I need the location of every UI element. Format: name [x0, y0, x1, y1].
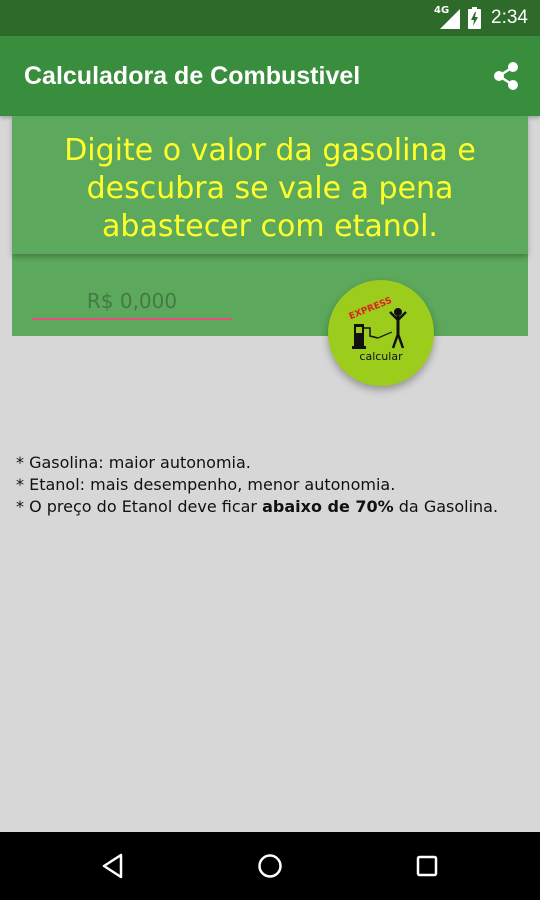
note-preco-suffix: da Gasolina.	[393, 497, 499, 516]
recents-button[interactable]	[407, 846, 447, 886]
signal-icon: 4G	[434, 5, 461, 29]
calculator-card: Digite o valor da gasolina e descubra se…	[12, 116, 528, 336]
status-icons: 4G 2:34	[434, 5, 528, 30]
status-bar: 4G 2:34	[0, 0, 540, 36]
note-preco: * O preço do Etanol deve ficar abaixo de…	[16, 496, 526, 518]
info-notes: * Gasolina: maior autonomia. * Etanol: m…	[16, 452, 526, 518]
back-button[interactable]	[93, 846, 133, 886]
app-title: Calculadora de Combustivel	[24, 62, 361, 90]
headline-panel: Digite o valor da gasolina e descubra se…	[12, 116, 528, 254]
calcular-label: calcular	[359, 350, 403, 363]
back-triangle-icon	[102, 853, 123, 879]
note-preco-bold: abaixo de 70%	[262, 497, 394, 516]
network-type: 4G	[434, 5, 450, 16]
share-icon	[494, 62, 518, 90]
calcular-button[interactable]: EXPRESS calcular	[328, 280, 434, 386]
battery-charging-icon	[468, 7, 482, 29]
note-preco-prefix: * O preço do Etanol deve ficar	[16, 497, 263, 516]
home-button[interactable]	[250, 846, 290, 886]
navigation-bar	[0, 832, 540, 900]
clock: 2:34	[491, 7, 528, 28]
gasoline-price-input[interactable]	[32, 284, 232, 320]
headline-text: Digite o valor da gasolina e descubra se…	[64, 133, 476, 244]
share-button[interactable]	[486, 56, 526, 96]
home-circle-icon	[258, 854, 282, 878]
app-bar: Calculadora de Combustivel	[0, 36, 540, 116]
recents-square-icon	[416, 855, 438, 877]
note-etanol: * Etanol: mais desempenho, menor autonom…	[16, 475, 396, 494]
note-gasolina: * Gasolina: maior autonomia.	[16, 453, 251, 472]
